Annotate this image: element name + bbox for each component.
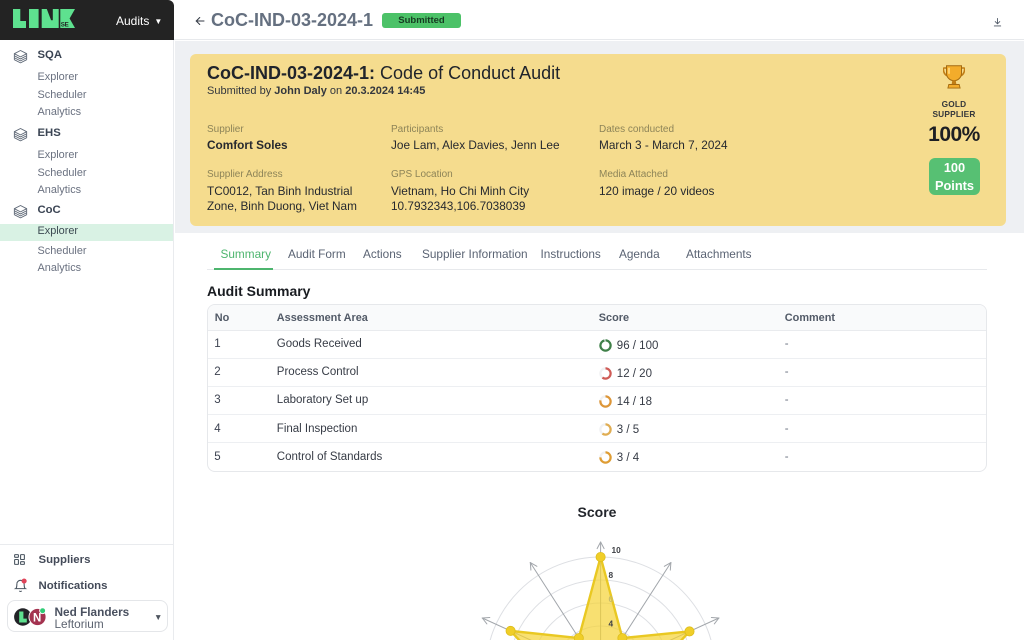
svg-text:8: 8 <box>609 570 614 580</box>
svg-text:SE: SE <box>61 21 69 28</box>
svg-text:10: 10 <box>612 545 622 555</box>
svg-text:N: N <box>33 612 41 624</box>
svg-text:6: 6 <box>609 594 614 604</box>
svg-text:4: 4 <box>609 619 614 629</box>
